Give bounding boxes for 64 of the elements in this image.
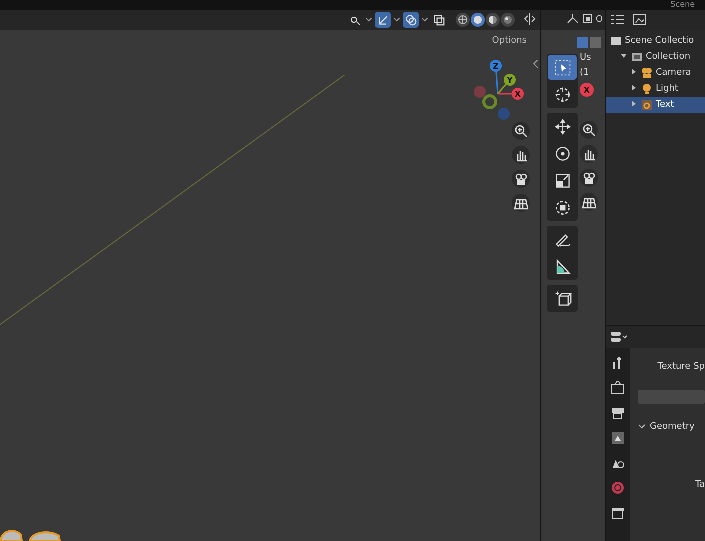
camera-icon[interactable] bbox=[582, 171, 596, 185]
zoom-icon[interactable] bbox=[582, 123, 596, 137]
shading-button[interactable] bbox=[471, 13, 485, 27]
light-bulb-icon bbox=[641, 83, 653, 95]
axis-label: Y bbox=[507, 76, 513, 85]
expand-arrow-icon[interactable] bbox=[631, 101, 637, 107]
zoom-icon[interactable] bbox=[514, 124, 528, 138]
outliner-item[interactable]: Text bbox=[606, 97, 705, 113]
outliner-item[interactable]: Light bbox=[606, 81, 705, 97]
text-object-drawing bbox=[0, 527, 62, 541]
expand-arrow-icon[interactable] bbox=[631, 69, 637, 75]
toggle-button[interactable] bbox=[403, 12, 419, 28]
gizmo-toggle-icon[interactable] bbox=[524, 12, 536, 26]
text-object-icon bbox=[641, 99, 653, 111]
property-label: Ta bbox=[694, 480, 705, 490]
display-mode-icon[interactable] bbox=[633, 14, 649, 26]
options-dropdown[interactable]: Options bbox=[489, 35, 530, 47]
collection-icon bbox=[631, 51, 643, 63]
scene-label: Scene bbox=[670, 0, 695, 10]
view-name: Us bbox=[580, 53, 592, 64]
outliner-item[interactable]: Scene Collectio bbox=[606, 33, 705, 49]
camera-icon[interactable] bbox=[514, 172, 528, 186]
cursor-icon bbox=[554, 86, 572, 104]
cube-icon bbox=[554, 290, 572, 308]
xray-icon bbox=[433, 14, 445, 26]
navigation-gizmo[interactable] bbox=[474, 60, 524, 120]
rotate-icon bbox=[554, 144, 572, 162]
printer-icon[interactable] bbox=[611, 406, 625, 420]
overlay-icon bbox=[405, 14, 417, 26]
transform-icon bbox=[554, 198, 572, 216]
input-field[interactable] bbox=[638, 390, 705, 404]
gizmo-icon bbox=[377, 14, 389, 26]
collection-icon bbox=[610, 35, 622, 47]
move-icon bbox=[554, 118, 572, 136]
toggle-button[interactable] bbox=[431, 12, 447, 28]
panel-header[interactable]: Geometry bbox=[638, 422, 705, 432]
dropdown-icon bbox=[422, 18, 428, 22]
outliner-item[interactable]: Collection bbox=[606, 49, 705, 65]
dropdown-icon bbox=[366, 18, 372, 22]
camera-icon bbox=[641, 67, 653, 79]
editor-type-icon[interactable] bbox=[610, 331, 630, 343]
select-box-icon bbox=[554, 58, 572, 76]
collapse-icon[interactable] bbox=[533, 60, 539, 68]
image-icon[interactable] bbox=[611, 431, 625, 445]
snap-icon[interactable] bbox=[582, 14, 593, 24]
scale-icon bbox=[554, 172, 572, 190]
header-label: O bbox=[596, 15, 603, 25]
chevron-icon[interactable] bbox=[638, 424, 646, 430]
shading-button[interactable] bbox=[456, 13, 470, 27]
axis-label: Z bbox=[493, 62, 499, 71]
shading-button[interactable] bbox=[486, 13, 500, 27]
box-icon[interactable] bbox=[611, 506, 625, 520]
view-toggle-icon[interactable] bbox=[576, 36, 602, 49]
frame-label: (1 bbox=[580, 68, 590, 79]
pivot-icon[interactable] bbox=[566, 12, 580, 24]
axis-label: X bbox=[580, 83, 594, 97]
shading-button[interactable] bbox=[501, 13, 515, 27]
expand-arrow-icon[interactable] bbox=[621, 53, 627, 59]
dropdown-icon bbox=[394, 18, 400, 22]
toggle-button[interactable] bbox=[375, 12, 391, 28]
expand-arrow-icon[interactable] bbox=[631, 85, 637, 91]
property-label: Texture Sp bbox=[656, 362, 705, 372]
axis-label: X bbox=[514, 90, 522, 99]
outliner-item[interactable]: Camera bbox=[606, 65, 705, 81]
